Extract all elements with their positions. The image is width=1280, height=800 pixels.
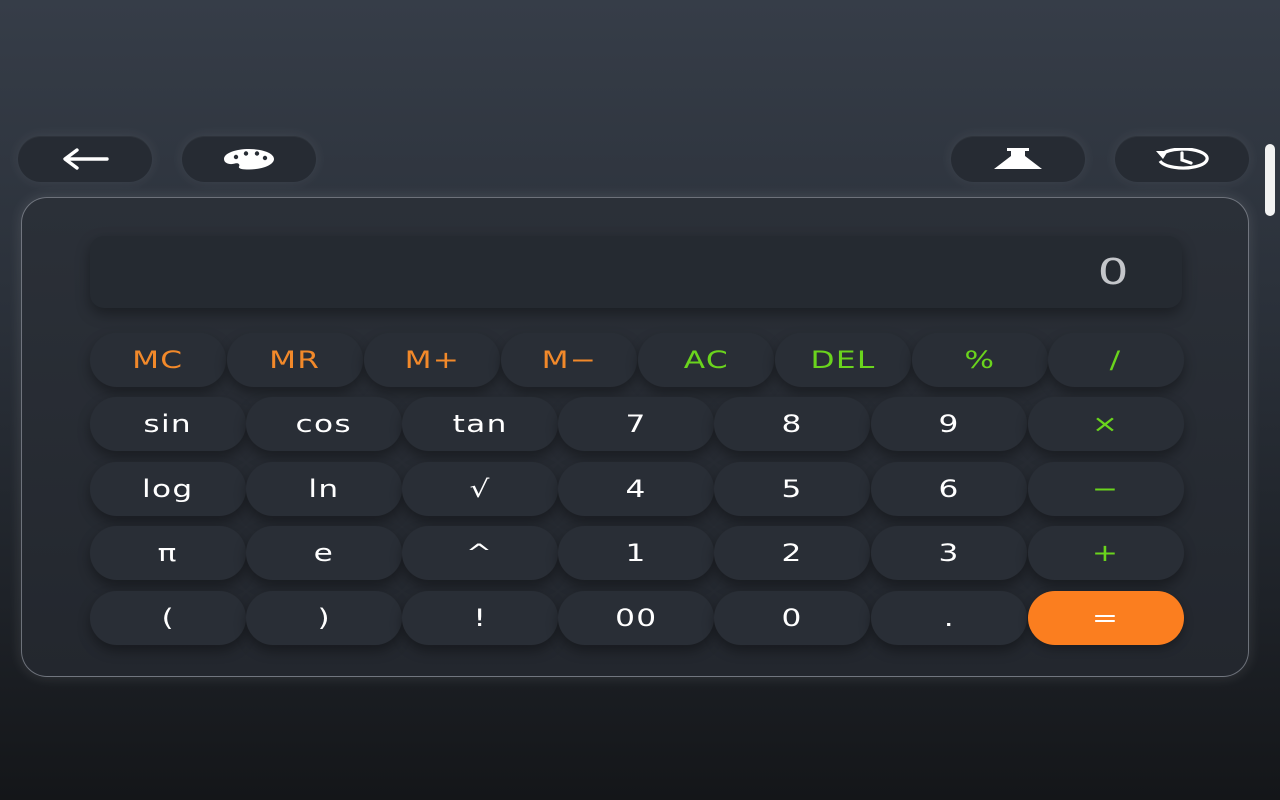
key-equals[interactable]: =	[1028, 591, 1184, 645]
history-button[interactable]	[1115, 136, 1249, 182]
scientific-mode-button[interactable]	[951, 136, 1085, 182]
flask-icon	[990, 147, 1046, 171]
key-log[interactable]: log	[90, 462, 246, 516]
key-del[interactable]: DEL	[775, 333, 911, 387]
key-e[interactable]: e	[246, 526, 402, 580]
top-toolbar	[0, 136, 1280, 182]
key-8[interactable]: 8	[714, 397, 870, 451]
key-mr[interactable]: MR	[227, 333, 363, 387]
key-m-minus[interactable]: M−	[501, 333, 637, 387]
scrollbar[interactable]	[1265, 144, 1275, 216]
keypad-row-3: log ln √ 4 5 6 −	[90, 462, 1184, 516]
palette-icon	[222, 148, 276, 170]
key-1[interactable]: 1	[558, 526, 714, 580]
calculator-panel: 0 MC MR M+ M− AC DEL % / sin cos tan 7 8…	[21, 197, 1249, 677]
key-subtract[interactable]: −	[1028, 462, 1184, 516]
key-decimal[interactable]: .	[871, 591, 1027, 645]
display: 0	[90, 236, 1182, 308]
key-pi[interactable]: π	[90, 526, 246, 580]
back-button[interactable]	[18, 136, 152, 182]
key-9[interactable]: 9	[871, 397, 1027, 451]
keypad-row-4: π e ^ 1 2 3 +	[90, 526, 1184, 580]
key-ln[interactable]: ln	[246, 462, 402, 516]
key-ac[interactable]: AC	[638, 333, 774, 387]
key-cos[interactable]: cos	[246, 397, 402, 451]
key-mc[interactable]: MC	[90, 333, 226, 387]
key-0[interactable]: 0	[714, 591, 870, 645]
key-2[interactable]: 2	[714, 526, 870, 580]
history-icon	[1154, 148, 1210, 170]
key-open-paren[interactable]: (	[90, 591, 246, 645]
key-3[interactable]: 3	[871, 526, 1027, 580]
keypad-row-memory: MC MR M+ M− AC DEL % /	[90, 333, 1184, 387]
key-4[interactable]: 4	[558, 462, 714, 516]
key-tan[interactable]: tan	[402, 397, 558, 451]
key-m-plus[interactable]: M+	[364, 333, 500, 387]
key-divide[interactable]: /	[1048, 333, 1184, 387]
key-multiply[interactable]: ×	[1028, 397, 1184, 451]
key-double-zero[interactable]: 00	[558, 591, 714, 645]
key-close-paren[interactable]: )	[246, 591, 402, 645]
key-add[interactable]: +	[1028, 526, 1184, 580]
theme-button[interactable]	[182, 136, 316, 182]
arrow-left-icon	[61, 148, 109, 170]
key-sin[interactable]: sin	[90, 397, 246, 451]
key-5[interactable]: 5	[714, 462, 870, 516]
key-sqrt[interactable]: √	[402, 462, 558, 516]
key-factorial[interactable]: !	[402, 591, 558, 645]
key-7[interactable]: 7	[558, 397, 714, 451]
display-value: 0	[1097, 251, 1130, 293]
key-percent[interactable]: %	[912, 333, 1048, 387]
key-power[interactable]: ^	[402, 526, 558, 580]
keypad-row-5: ( ) ! 00 0 . =	[90, 591, 1184, 645]
key-6[interactable]: 6	[871, 462, 1027, 516]
keypad-row-2: sin cos tan 7 8 9 ×	[90, 397, 1184, 451]
